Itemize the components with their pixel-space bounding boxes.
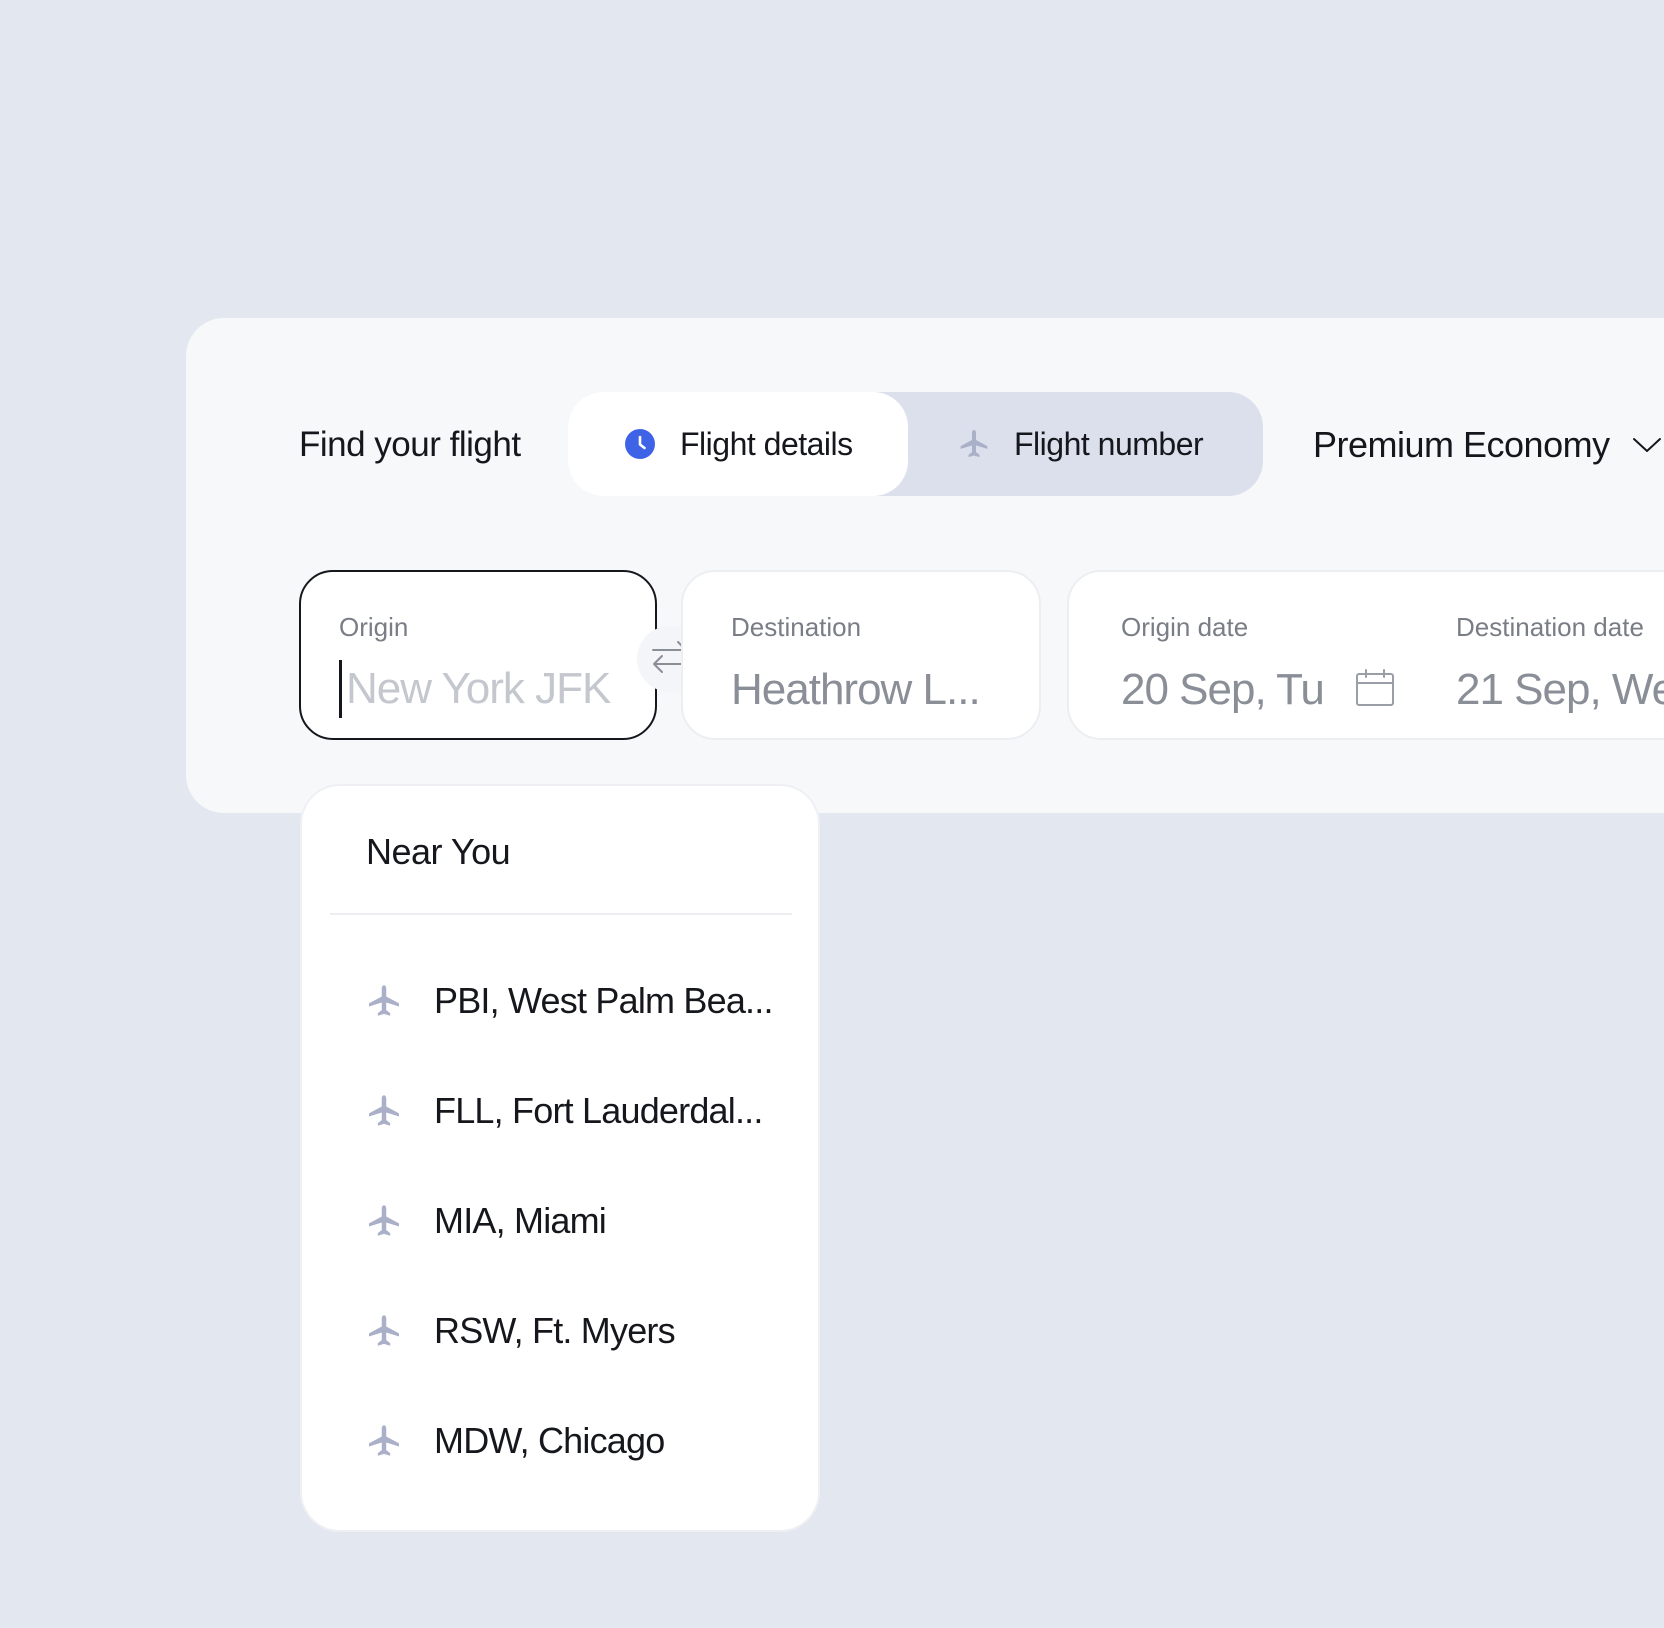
list-item[interactable]: PBI, West Palm Bea... — [302, 946, 818, 1056]
plane-icon — [366, 1203, 402, 1239]
divider — [330, 913, 792, 915]
clock-icon — [624, 428, 656, 460]
calendar-icon[interactable] — [1355, 668, 1395, 713]
origin-field[interactable]: Origin — [299, 570, 657, 740]
airport-list: PBI, West Palm Bea... FLL, Fort Lauderda… — [302, 946, 818, 1496]
dropdown-title: Near You — [366, 831, 511, 872]
destination-label: Destination — [731, 612, 862, 642]
cabin-class-value: Premium Economy — [1313, 424, 1610, 465]
destination-date-value: 21 Sep, We — [1456, 665, 1664, 714]
destination-value: Heathrow L... — [731, 665, 981, 714]
airport-label: RSW, Ft. Myers — [434, 1310, 676, 1351]
tab-label: Flight details — [680, 425, 853, 462]
plane-icon — [366, 1423, 402, 1459]
list-item[interactable]: MDW, Chicago — [302, 1386, 818, 1496]
chevron-down-icon — [1632, 436, 1662, 454]
destination-date-label: Destination date — [1456, 612, 1644, 642]
search-mode-tabs: Flight details Flight number — [568, 392, 1263, 496]
page-title: Find your flight — [299, 425, 521, 464]
plane-icon — [366, 1313, 402, 1349]
airport-label: MDW, Chicago — [434, 1420, 665, 1461]
airport-label: FLL, Fort Lauderdal... — [434, 1090, 763, 1131]
list-item[interactable]: MIA, Miami — [302, 1166, 818, 1276]
destination-field[interactable]: Destination Heathrow L... — [681, 570, 1041, 740]
plane-icon — [366, 1093, 402, 1129]
cabin-class-select[interactable]: Premium Economy — [1313, 420, 1662, 470]
airport-label: MIA, Miami — [434, 1200, 607, 1241]
tab-flight-details[interactable]: Flight details — [568, 392, 908, 496]
plane-icon — [958, 428, 990, 460]
dates-field: Origin date 20 Sep, Tu Destination date … — [1067, 570, 1664, 740]
list-item[interactable]: RSW, Ft. Myers — [302, 1276, 818, 1386]
plane-icon — [366, 983, 402, 1019]
airport-label: PBI, West Palm Bea... — [434, 980, 773, 1021]
origin-date-value: 20 Sep, Tu — [1121, 665, 1325, 714]
origin-date-label: Origin date — [1121, 612, 1249, 642]
origin-input[interactable] — [339, 660, 639, 718]
tab-flight-number[interactable]: Flight number — [908, 392, 1263, 496]
list-item[interactable]: FLL, Fort Lauderdal... — [302, 1056, 818, 1166]
tab-label: Flight number — [1014, 425, 1204, 462]
origin-label: Origin — [339, 612, 409, 642]
near-you-dropdown: Near You PBI, West Palm Bea... FLL, Fort… — [302, 786, 818, 1530]
